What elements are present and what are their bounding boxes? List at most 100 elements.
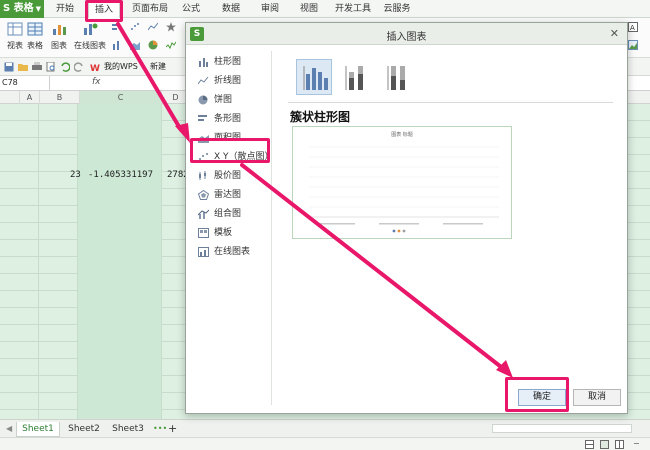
tab-cloud[interactable]: 云服务 xyxy=(380,0,414,18)
stock-chart-icon xyxy=(199,171,206,180)
chart-type-pie[interactable]: 饼图 xyxy=(196,91,272,109)
tab-view[interactable]: 视图 xyxy=(296,0,322,18)
zoom-out-icon[interactable]: − xyxy=(633,439,640,448)
save-icon[interactable] xyxy=(4,62,14,72)
normal-view-icon[interactable] xyxy=(585,440,594,449)
chart-icon xyxy=(53,25,66,35)
chart-type-label: 条形图 xyxy=(214,114,242,124)
chart-type-title: 簇状柱形图 xyxy=(290,110,351,124)
column-chart-icon[interactable] xyxy=(112,40,122,50)
svg-text:W: W xyxy=(90,64,100,72)
chart-button[interactable]: 图表 xyxy=(44,20,74,51)
page-layout-view-icon[interactable] xyxy=(600,440,609,449)
print-icon[interactable] xyxy=(32,62,42,72)
svg-text:A: A xyxy=(630,24,635,32)
page-break-view-icon[interactable] xyxy=(615,440,624,449)
text-box-icon[interactable]: A xyxy=(628,22,638,32)
undo-icon[interactable] xyxy=(60,62,70,72)
tab-home[interactable]: 开始 xyxy=(52,0,78,18)
close-icon[interactable]: ✕ xyxy=(610,27,619,40)
stacked-column-icon xyxy=(345,66,363,90)
column-header-b[interactable]: B xyxy=(40,91,80,104)
chart-label: 图表 xyxy=(51,41,67,50)
name-box[interactable]: C78 xyxy=(0,76,50,91)
tab-page-layout[interactable]: 页面布局 xyxy=(128,0,172,18)
app-name: S 表格 xyxy=(3,3,34,14)
chart-type-template[interactable]: 模板 xyxy=(196,224,272,242)
tab-developer[interactable]: 开发工具 xyxy=(332,0,374,18)
new-tab-button[interactable]: 新建 xyxy=(150,61,166,72)
chart-type-column[interactable]: 柱形图 xyxy=(196,53,272,71)
percent-stacked-column-icon xyxy=(387,66,405,90)
tab-data[interactable]: 数据 xyxy=(218,0,244,18)
sparkline-icon[interactable] xyxy=(166,40,176,50)
picture-icon[interactable] xyxy=(628,40,638,50)
line-chart-icon xyxy=(198,76,209,85)
chart-type-label: 饼图 xyxy=(214,95,233,105)
annotation-box-scatter xyxy=(190,138,270,163)
chart-type-stock[interactable]: 股价图 xyxy=(196,167,272,185)
chart-preview: 图表 标题 xyxy=(292,126,512,239)
redo-icon[interactable] xyxy=(74,62,84,72)
online-chart-label: 在线图表 xyxy=(74,41,106,50)
fx-icon[interactable]: fx xyxy=(92,77,101,87)
preview-chart-canvas xyxy=(309,146,499,233)
row-header-corner[interactable] xyxy=(0,91,20,104)
radar-chart-icon xyxy=(198,190,209,200)
pie-chart-icon xyxy=(198,95,208,105)
print-preview-icon[interactable] xyxy=(46,62,56,72)
bar-chart-icon xyxy=(198,115,207,121)
wps-logo-icon: W xyxy=(90,64,100,72)
sheet-tab-bar: ◀ Sheet1 Sheet2 Sheet3 ••• + xyxy=(0,419,650,437)
chart-preview-panel: 簇状柱形图 图表 标题 xyxy=(282,51,622,405)
annotation-box-ok xyxy=(505,377,569,412)
chart-type-label: 折线图 xyxy=(214,76,242,86)
horizontal-scrollbar[interactable] xyxy=(492,424,632,433)
line-chart-icon[interactable] xyxy=(148,22,158,32)
chart-type-bar[interactable]: 条形图 xyxy=(196,110,272,128)
chart-type-line[interactable]: 折线图 xyxy=(196,72,272,90)
chart-style-stacked[interactable] xyxy=(338,59,374,95)
cell-c-value[interactable]: -1.405331197 xyxy=(88,170,153,180)
add-sheet-button[interactable]: + xyxy=(168,422,177,435)
tab-review[interactable]: 审阅 xyxy=(257,0,283,18)
column-header-c[interactable]: C xyxy=(80,91,162,104)
annotation-box-insert-tab xyxy=(85,0,123,22)
chart-type-label: 组合图 xyxy=(214,209,242,219)
scatter-chart-icon[interactable] xyxy=(130,22,140,32)
template-icon xyxy=(198,228,209,238)
bar-chart-icon[interactable] xyxy=(112,22,122,32)
star-icon[interactable] xyxy=(166,22,176,32)
cancel-button[interactable]: 取消 xyxy=(573,389,621,406)
column-chart-icon xyxy=(199,58,208,67)
first-sheet-icon[interactable]: ◀ xyxy=(6,424,12,433)
area-chart-icon[interactable] xyxy=(130,40,140,50)
more-sheets-icon[interactable]: ••• xyxy=(153,424,167,433)
sheet-tab-2[interactable]: Sheet2 xyxy=(64,422,104,437)
sheet-tab-3[interactable]: Sheet3 xyxy=(108,422,148,437)
online-chart-button[interactable]: 在线图表 xyxy=(72,20,108,51)
cell-b-value[interactable]: 23 xyxy=(70,170,81,180)
chart-type-online[interactable]: 在线图表 xyxy=(196,243,272,261)
chart-type-label: 雷达图 xyxy=(214,190,242,200)
divider xyxy=(288,102,613,103)
status-bar: − xyxy=(0,437,650,450)
dialog-title: 插入图表 xyxy=(386,32,427,43)
chart-type-list: 柱形图 折线图 饼图 条形图 面积图 X Y（散点图） 股价图 雷达图 组合图 … xyxy=(192,51,274,405)
pie-chart-icon[interactable] xyxy=(148,40,158,50)
chart-type-radar[interactable]: 雷达图 xyxy=(196,186,272,204)
column-header-a[interactable]: A xyxy=(20,91,40,104)
chart-type-combo[interactable]: 组合图 xyxy=(196,205,272,223)
chart-style-percent-stacked[interactable] xyxy=(380,59,416,95)
app-menu-button[interactable]: S 表格 ▼ xyxy=(0,0,44,18)
chart-style-clustered[interactable] xyxy=(296,59,332,95)
combo-chart-icon xyxy=(198,209,209,219)
insert-chart-dialog: S 插入图表 ✕ 柱形图 折线图 饼图 条形图 面积图 X Y（散点图） 股价图… xyxy=(185,22,628,414)
sheet-tab-1[interactable]: Sheet1 xyxy=(16,422,60,437)
clustered-column-icon xyxy=(303,66,328,90)
folder-icon[interactable] xyxy=(18,62,28,72)
dialog-title-bar[interactable]: S 插入图表 ✕ xyxy=(186,23,627,45)
table-icon xyxy=(27,22,43,36)
my-wps-link[interactable]: 我的WPS xyxy=(104,61,138,72)
tab-formulas[interactable]: 公式 xyxy=(178,0,204,18)
